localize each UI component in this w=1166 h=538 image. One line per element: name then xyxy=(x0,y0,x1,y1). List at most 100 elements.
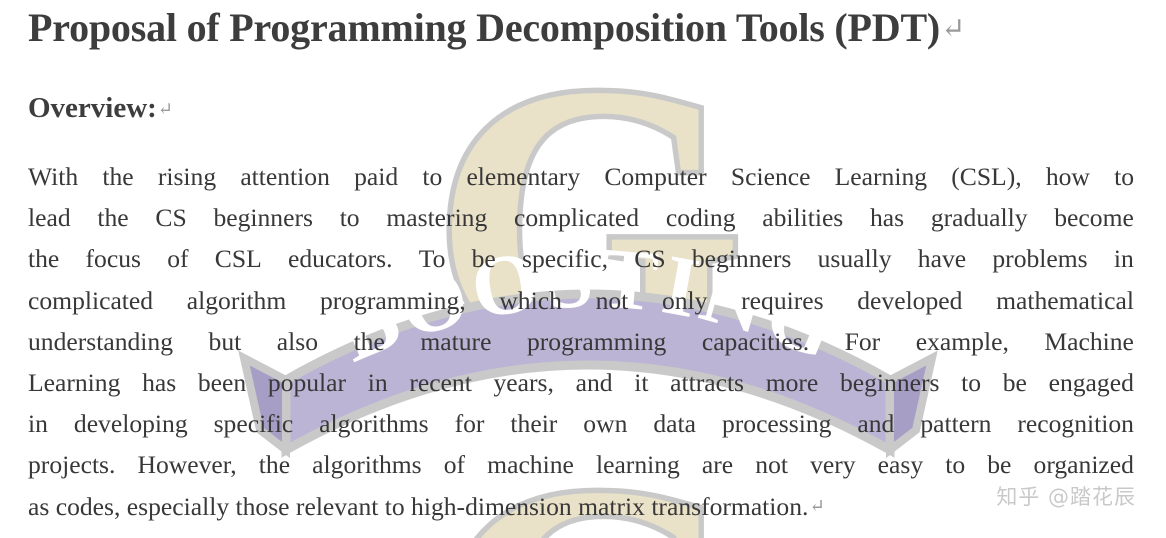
word: gradually xyxy=(930,203,1028,233)
word: attracts xyxy=(670,367,745,397)
word: rising xyxy=(157,162,217,191)
word: focus xyxy=(85,244,141,274)
word: specific xyxy=(213,409,294,439)
word: not xyxy=(755,450,788,480)
word: coding xyxy=(665,203,736,233)
word: complicated xyxy=(514,203,640,233)
word: understanding xyxy=(28,326,174,356)
word: and xyxy=(857,409,895,439)
word: and xyxy=(575,367,613,397)
word: example, xyxy=(915,326,1009,356)
word: of xyxy=(167,244,189,274)
document-content: Proposal of Programming Decomposition To… xyxy=(0,0,1166,538)
word: With xyxy=(28,162,79,191)
word: to xyxy=(422,162,443,191)
word: programming xyxy=(526,326,667,356)
word: Computer xyxy=(604,162,707,191)
word: be xyxy=(987,450,1012,480)
word: has xyxy=(870,203,905,233)
word: For xyxy=(844,326,881,356)
paragraph-return-icon: ↵ xyxy=(157,98,173,119)
word: for xyxy=(454,409,485,439)
word: To xyxy=(418,244,446,274)
word: recognition xyxy=(1017,409,1134,439)
word: as codes, especially those relevant to h… xyxy=(28,491,809,521)
paragraph-return-icon: ↵ xyxy=(809,495,825,516)
word: projects. xyxy=(28,450,116,480)
word: it xyxy=(634,367,649,397)
word: developing xyxy=(73,409,188,439)
word: mature xyxy=(420,326,492,356)
word: CS xyxy=(634,244,666,274)
word: in xyxy=(1113,244,1134,274)
word: organized xyxy=(1033,450,1134,480)
word: not xyxy=(595,285,629,315)
paragraph-line: With the rising attention paid to elemen… xyxy=(28,156,1134,197)
word: engaged xyxy=(1048,367,1134,397)
word: very xyxy=(810,450,856,480)
paragraph-line: understanding but also the mature progra… xyxy=(28,321,1134,362)
word: popular xyxy=(267,367,347,397)
word: have xyxy=(917,244,967,274)
word: requires xyxy=(741,285,824,315)
paragraph-line: Learning has been popular in recent year… xyxy=(28,362,1134,403)
paragraph-line: projects. However, the algorithms of mac… xyxy=(28,444,1134,485)
section-heading-overview: Overview:↵ xyxy=(28,92,173,125)
word: in xyxy=(28,409,48,439)
word: easy xyxy=(877,450,924,480)
word: lead xyxy=(28,203,71,233)
word: abilities xyxy=(762,203,844,233)
word: mathematical xyxy=(996,285,1134,315)
word: the xyxy=(28,244,60,274)
paragraph-return-icon: ↵ xyxy=(941,12,965,45)
word: developed xyxy=(857,285,963,315)
word: been xyxy=(197,367,247,397)
word: in xyxy=(367,367,388,397)
word: recent xyxy=(409,367,472,397)
word: also xyxy=(276,326,319,356)
word: the xyxy=(258,450,291,480)
word: be xyxy=(1002,367,1027,397)
word: algorithms xyxy=(319,409,429,439)
word: mastering xyxy=(386,203,488,233)
word: algorithms xyxy=(312,450,422,480)
word: CS xyxy=(155,203,187,233)
paragraph-line: the focus of CSL educators. To be specif… xyxy=(28,238,1134,279)
word: to xyxy=(961,367,982,397)
word: are xyxy=(701,450,734,480)
word: educators. xyxy=(288,244,393,274)
word: has xyxy=(142,367,177,397)
section-heading-text: Overview: xyxy=(28,92,157,124)
word: to xyxy=(1114,162,1134,191)
document-page: G G BOOSTING Proposal of Programmin xyxy=(0,0,1166,538)
word: complicated xyxy=(28,285,154,315)
word: specific, xyxy=(522,244,609,274)
word: However, xyxy=(137,450,237,480)
page-title: Proposal of Programming Decomposition To… xyxy=(28,2,1138,54)
word: processing xyxy=(721,409,832,439)
word: elementary xyxy=(466,162,581,191)
word: beginners xyxy=(213,203,313,233)
word: (CSL), xyxy=(951,162,1022,191)
word: data xyxy=(653,409,696,439)
word: capacities. xyxy=(701,326,810,356)
word: be xyxy=(471,244,496,274)
word: Learning xyxy=(834,162,928,191)
word: own xyxy=(583,409,628,439)
word: which xyxy=(499,285,562,315)
word: pattern xyxy=(920,409,992,439)
word: problems xyxy=(992,244,1088,274)
word: only xyxy=(661,285,708,315)
word: algorithm xyxy=(186,285,287,315)
word: to xyxy=(339,203,360,233)
paragraph-line: in developing specific algorithms for th… xyxy=(28,403,1134,444)
word: learning xyxy=(595,450,680,480)
word: machine xyxy=(487,450,574,480)
word: their xyxy=(510,409,558,439)
word: CSL xyxy=(214,244,262,274)
word: Machine xyxy=(1044,326,1134,356)
word: beginners xyxy=(839,367,940,397)
word: paid xyxy=(354,162,399,191)
word: the xyxy=(102,162,134,191)
word: the xyxy=(97,203,129,233)
